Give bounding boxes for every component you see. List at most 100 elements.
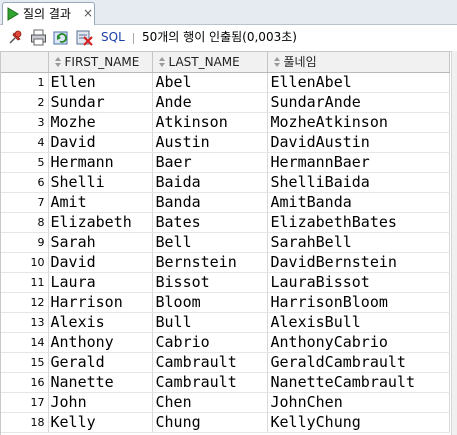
table-row[interactable]: 15 Gerald Cambrault GeraldCambrault <box>1 352 450 373</box>
first-name-cell[interactable]: Sundar <box>48 92 153 113</box>
full-name-cell[interactable]: SarahBell <box>267 232 450 253</box>
full-name-cell[interactable]: AmitBanda <box>267 192 450 213</box>
column-header-first-name[interactable]: FIRST_NAME <box>48 52 153 73</box>
first-name-cell[interactable]: Laura <box>48 272 153 293</box>
first-name-cell[interactable]: John <box>48 392 153 413</box>
last-name-cell[interactable]: Ande <box>152 92 268 113</box>
refresh-icon[interactable] <box>53 29 70 46</box>
full-name-cell[interactable]: SundarAnde <box>267 92 450 113</box>
print-icon[interactable] <box>30 29 47 46</box>
row-number-cell[interactable]: 18 <box>1 412 49 433</box>
table-row[interactable]: 18 Kelly Chung KellyChung <box>1 412 450 433</box>
table-row[interactable]: 6 Shelli Baida ShelliBaida <box>1 172 450 193</box>
table-row[interactable]: 1 Ellen Abel EllenAbel <box>1 72 450 93</box>
delete-icon[interactable] <box>76 29 93 46</box>
tab-query-result[interactable]: 질의 결과 × <box>2 2 95 25</box>
full-name-cell[interactable]: HarrisonBloom <box>267 292 450 313</box>
table-row[interactable]: 9 Sarah Bell SarahBell <box>1 232 450 253</box>
table-row[interactable]: 3 Mozhe Atkinson MozheAtkinson <box>1 112 450 133</box>
first-name-cell[interactable]: Elizabeth <box>48 212 153 233</box>
column-header-full-name[interactable]: 풀네임 <box>267 52 450 73</box>
last-name-cell[interactable]: Chen <box>152 392 268 413</box>
full-name-cell[interactable]: MozheAtkinson <box>267 112 450 133</box>
first-name-cell[interactable]: Ellen <box>48 72 153 93</box>
first-name-cell[interactable]: Shelli <box>48 172 153 193</box>
full-name-cell[interactable]: HermannBaer <box>267 152 450 173</box>
row-number-cell[interactable]: 1 <box>1 72 49 93</box>
first-name-cell[interactable]: David <box>48 132 153 153</box>
row-number-cell[interactable]: 6 <box>1 172 49 193</box>
full-name-cell[interactable]: JohnChen <box>267 392 450 413</box>
full-name-cell[interactable]: ElizabethBates <box>267 212 450 233</box>
row-number-cell[interactable]: 11 <box>1 272 49 293</box>
last-name-cell[interactable]: Cambrault <box>152 372 268 393</box>
row-number-cell[interactable]: 2 <box>1 92 49 113</box>
first-name-cell[interactable]: Alexis <box>48 312 153 333</box>
table-row[interactable]: 8 Elizabeth Bates ElizabethBates <box>1 212 450 233</box>
last-name-cell[interactable]: Bernstein <box>152 252 268 273</box>
last-name-cell[interactable]: Banda <box>152 192 268 213</box>
table-row[interactable]: 2 Sundar Ande SundarAnde <box>1 92 450 113</box>
table-row[interactable]: 12 Harrison Bloom HarrisonBloom <box>1 292 450 313</box>
row-number-cell[interactable]: 16 <box>1 372 49 393</box>
row-number-cell[interactable]: 9 <box>1 232 49 253</box>
row-number-cell[interactable]: 14 <box>1 332 49 353</box>
first-name-cell[interactable]: David <box>48 252 153 273</box>
table-row[interactable]: 4 David Austin DavidAustin <box>1 132 450 153</box>
first-name-cell[interactable]: Harrison <box>48 292 153 313</box>
row-number-cell[interactable]: 8 <box>1 212 49 233</box>
last-name-cell[interactable]: Bull <box>152 312 268 333</box>
table-row[interactable]: 7 Amit Banda AmitBanda <box>1 192 450 213</box>
last-name-cell[interactable]: Atkinson <box>152 112 268 133</box>
first-name-cell[interactable]: Mozhe <box>48 112 153 133</box>
last-name-cell[interactable]: Baer <box>152 152 268 173</box>
column-header-last-name[interactable]: LAST_NAME <box>152 52 268 73</box>
full-name-cell[interactable]: AlexisBull <box>267 312 450 333</box>
row-number-cell[interactable]: 13 <box>1 312 49 333</box>
full-name-cell[interactable]: ShelliBaida <box>267 172 450 193</box>
row-number-cell[interactable]: 17 <box>1 392 49 413</box>
full-name-cell[interactable]: NanetteCambrault <box>267 372 450 393</box>
first-name-cell[interactable]: Hermann <box>48 152 153 173</box>
first-name-cell[interactable]: Anthony <box>48 332 153 353</box>
row-number-cell[interactable]: 3 <box>1 112 49 133</box>
last-name-cell[interactable]: Bell <box>152 232 268 253</box>
row-number-cell[interactable]: 7 <box>1 192 49 213</box>
first-name-cell[interactable]: Gerald <box>48 352 153 373</box>
table-row[interactable]: 14 Anthony Cabrio AnthonyCabrio <box>1 332 450 353</box>
full-name-cell[interactable]: DavidAustin <box>267 132 450 153</box>
row-number-header[interactable] <box>1 52 49 73</box>
first-name-cell[interactable]: Amit <box>48 192 153 213</box>
last-name-cell[interactable]: Bissot <box>152 272 268 293</box>
first-name-cell[interactable]: Sarah <box>48 232 153 253</box>
last-name-cell[interactable]: Chung <box>152 412 268 433</box>
full-name-cell[interactable]: AnthonyCabrio <box>267 332 450 353</box>
last-name-cell[interactable]: Cambrault <box>152 352 268 373</box>
row-number-cell[interactable]: 5 <box>1 152 49 173</box>
last-name-cell[interactable]: Abel <box>152 72 268 93</box>
row-number-cell[interactable]: 15 <box>1 352 49 373</box>
tab-close-button[interactable]: × <box>83 6 93 20</box>
sql-button[interactable]: SQL <box>101 30 125 45</box>
last-name-cell[interactable]: Bloom <box>152 292 268 313</box>
table-row[interactable]: 16 Nanette Cambrault NanetteCambrault <box>1 372 450 393</box>
pin-icon[interactable] <box>7 29 24 46</box>
last-name-cell[interactable]: Bates <box>152 212 268 233</box>
full-name-cell[interactable]: GeraldCambrault <box>267 352 450 373</box>
table-row[interactable]: 13 Alexis Bull AlexisBull <box>1 312 450 333</box>
vertical-scrollbar[interactable] <box>451 51 457 435</box>
full-name-cell[interactable]: DavidBernstein <box>267 252 450 273</box>
full-name-cell[interactable]: KellyChung <box>267 412 450 433</box>
row-number-cell[interactable]: 10 <box>1 252 49 273</box>
full-name-cell[interactable]: EllenAbel <box>267 72 450 93</box>
row-number-cell[interactable]: 12 <box>1 292 49 313</box>
table-row[interactable]: 5 Hermann Baer HermannBaer <box>1 152 450 173</box>
last-name-cell[interactable]: Austin <box>152 132 268 153</box>
last-name-cell[interactable]: Baida <box>152 172 268 193</box>
table-row[interactable]: 11 Laura Bissot LauraBissot <box>1 272 450 293</box>
last-name-cell[interactable]: Cabrio <box>152 332 268 353</box>
first-name-cell[interactable]: Kelly <box>48 412 153 433</box>
first-name-cell[interactable]: Nanette <box>48 372 153 393</box>
table-row[interactable]: 10 David Bernstein DavidBernstein <box>1 252 450 273</box>
row-number-cell[interactable]: 4 <box>1 132 49 153</box>
